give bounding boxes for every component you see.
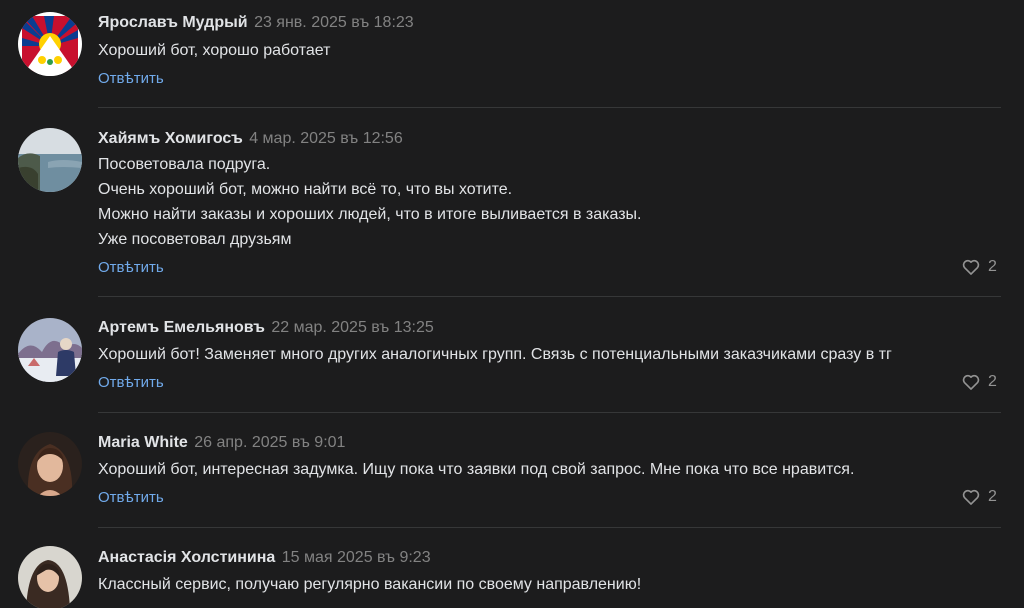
comments-feed: Ярославъ Мудрый 23 янв. 2025 въ 18:23 Хо…: [0, 0, 1024, 608]
reply-button[interactable]: Отвѣтить: [98, 69, 164, 89]
comment-line: Классный сервис, получаю регулярно вакан…: [98, 576, 642, 593]
like-count: 2: [988, 258, 997, 275]
like-button[interactable]: 2: [961, 487, 997, 507]
like-button[interactable]: 2: [961, 257, 997, 277]
divider: [98, 107, 1001, 108]
divider: [98, 412, 1001, 413]
comment-line: Очень хороший бот, можно найти всё то, ч…: [98, 181, 513, 198]
like-count: 2: [988, 488, 997, 505]
heart-icon: [962, 489, 980, 505]
comment-header: Хайямъ Хомигосъ 4 мар. 2025 въ 12:56: [98, 129, 403, 149]
flag-avatar-icon: [18, 12, 82, 76]
comment-date[interactable]: 22 мар. 2025 въ 13:25: [271, 319, 433, 336]
comment-text: Хороший бот, интересная задумка. Ищу пок…: [98, 457, 854, 482]
divider: [98, 296, 1001, 297]
author-name[interactable]: Maria White: [98, 434, 188, 451]
avatar[interactable]: [18, 546, 82, 608]
comment-line: Уже посоветовал друзьям: [98, 231, 292, 248]
comment-text: Классный сервис, получаю регулярно вакан…: [98, 572, 641, 597]
author-name[interactable]: Артемъ Емельяновъ: [98, 319, 265, 336]
comment-header: Ярославъ Мудрый 23 янв. 2025 въ 18:23: [98, 13, 414, 33]
like-button[interactable]: 2: [961, 372, 997, 392]
comment-header: Maria White 26 апр. 2025 въ 9:01: [98, 433, 345, 453]
comment-header: Артемъ Емельяновъ 22 мар. 2025 въ 13:25: [98, 318, 434, 338]
comment-line: Можно найти заказы и хороших людей, что …: [98, 206, 642, 223]
author-name[interactable]: Хайямъ Хомигосъ: [98, 130, 243, 147]
comment-line: Посоветовала подруга.: [98, 156, 271, 173]
avatar[interactable]: [18, 432, 82, 496]
portrait-avatar-2-icon: [18, 546, 82, 608]
portrait-avatar-icon: [18, 432, 82, 496]
comment-header: Анастасія Холстинина 15 мая 2025 въ 9:23: [98, 548, 431, 568]
avatar[interactable]: [18, 128, 82, 192]
heart-icon: [962, 259, 980, 275]
comment-date[interactable]: 15 мая 2025 въ 9:23: [282, 549, 431, 566]
comment-line: Хороший бот, интересная задумка. Ищу пок…: [98, 461, 855, 478]
like-count: 2: [988, 373, 997, 390]
reply-button[interactable]: Отвѣтить: [98, 488, 164, 508]
comment-text: Хороший бот! Заменяет много других анало…: [98, 342, 892, 367]
winter-avatar-icon: [18, 318, 82, 382]
author-name[interactable]: Анастасія Холстинина: [98, 549, 275, 566]
comment-text: Посоветовала подруга. Очень хороший бот,…: [98, 152, 641, 252]
avatar[interactable]: [18, 318, 82, 382]
comment-line: Хороший бот! Заменяет много других анало…: [98, 346, 892, 363]
avatar[interactable]: [18, 12, 82, 76]
heart-icon: [962, 374, 980, 390]
comment-date[interactable]: 4 мар. 2025 въ 12:56: [249, 130, 403, 147]
comment-line: Хороший бот, хорошо работает: [98, 42, 331, 59]
reply-button[interactable]: Отвѣтить: [98, 373, 164, 393]
coast-avatar-icon: [18, 128, 82, 192]
comment-date[interactable]: 26 апр. 2025 въ 9:01: [194, 434, 345, 451]
divider: [98, 527, 1001, 528]
author-name[interactable]: Ярославъ Мудрый: [98, 14, 248, 31]
reply-button[interactable]: Отвѣтить: [98, 258, 164, 278]
comment-date[interactable]: 23 янв. 2025 въ 18:23: [254, 14, 414, 31]
comment-text: Хороший бот, хорошо работает: [98, 38, 330, 63]
